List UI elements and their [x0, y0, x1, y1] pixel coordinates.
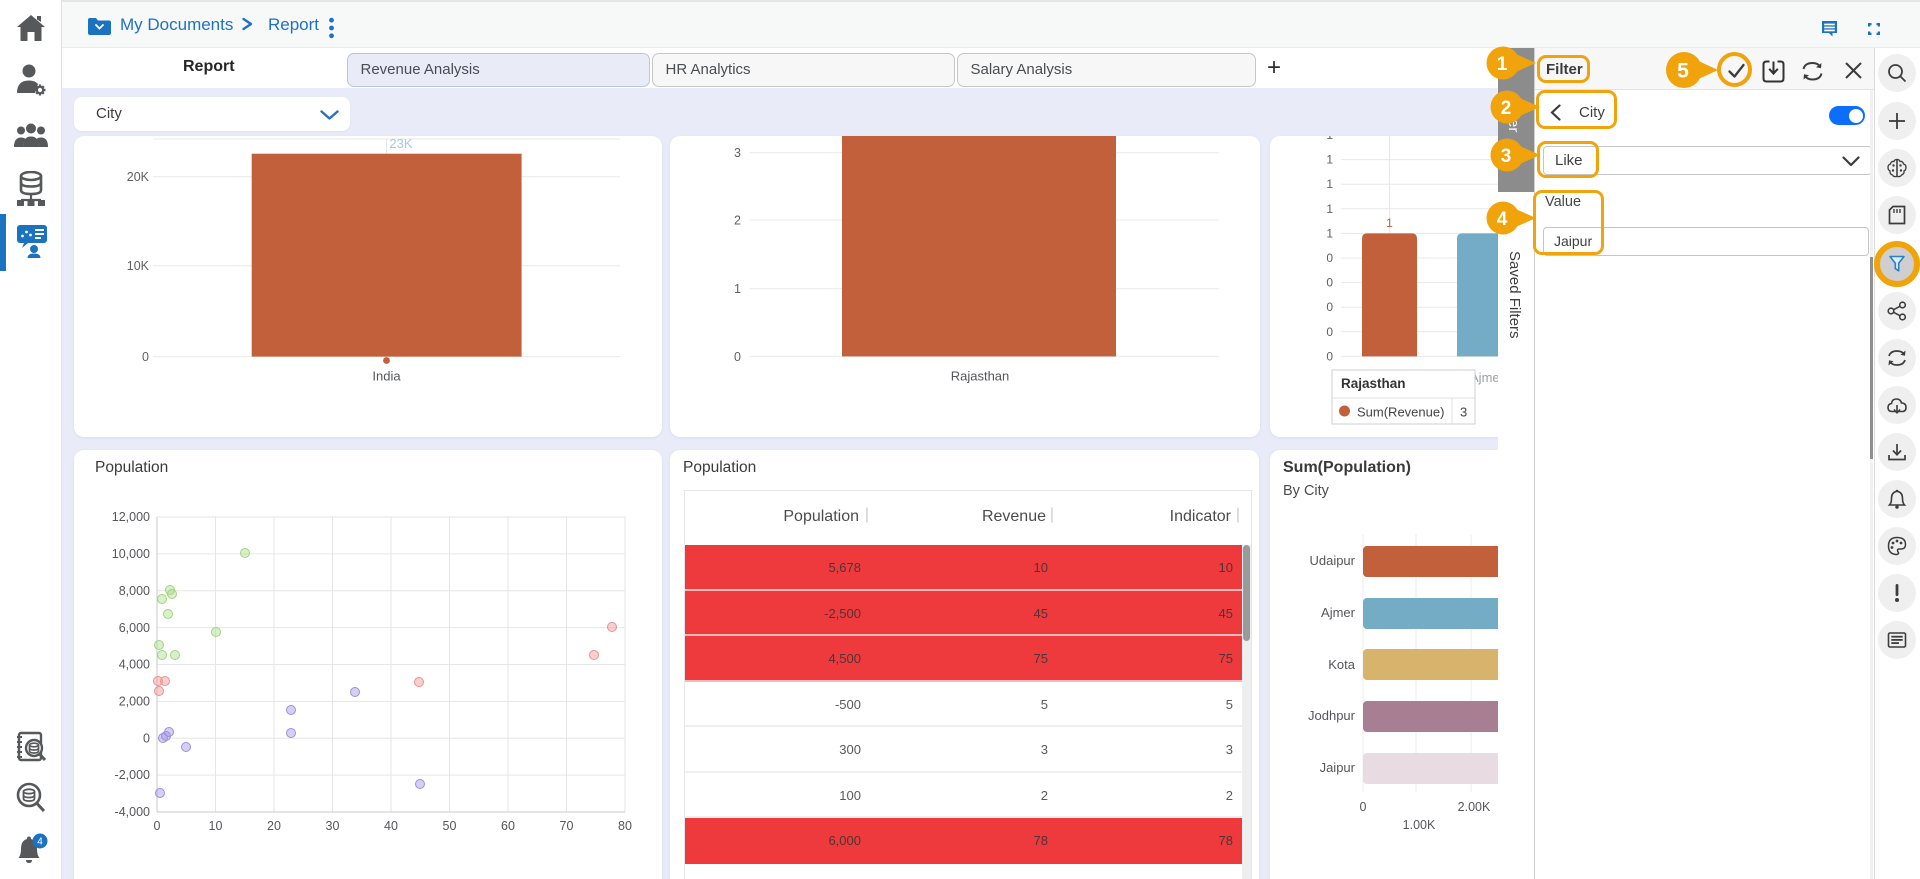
svg-text:6,000: 6,000 — [119, 621, 150, 635]
svg-text:50: 50 — [443, 819, 457, 833]
svg-text:3: 3 — [734, 146, 741, 160]
svg-text:0: 0 — [1326, 251, 1333, 265]
svg-text:Jodhpur: Jodhpur — [1308, 708, 1356, 723]
svg-text:Ajmer: Ajmer — [1321, 605, 1356, 620]
svg-text:2: 2 — [734, 214, 741, 228]
svg-text:Rajasthan: Rajasthan — [951, 369, 1010, 384]
svg-text:2: 2 — [1501, 98, 1512, 119]
svg-text:1: 1 — [1386, 216, 1393, 230]
svg-text:1: 1 — [734, 282, 741, 296]
svg-text:23K: 23K — [389, 136, 412, 151]
svg-text:Jaipur: Jaipur — [1320, 760, 1356, 775]
svg-text:1: 1 — [1326, 177, 1333, 191]
svg-text:Udaipur: Udaipur — [1309, 553, 1355, 568]
svg-text:0: 0 — [1326, 300, 1333, 314]
svg-text:4,000: 4,000 — [119, 658, 150, 672]
svg-text:1: 1 — [1326, 202, 1333, 216]
svg-text:8,000: 8,000 — [119, 584, 150, 598]
svg-text:3: 3 — [1501, 146, 1512, 167]
svg-text:5: 5 — [1677, 60, 1689, 83]
svg-text:3: 3 — [1460, 405, 1467, 420]
svg-text:1: 1 — [1497, 54, 1508, 75]
svg-text:40: 40 — [384, 819, 398, 833]
svg-text:12,000: 12,000 — [112, 510, 150, 524]
svg-text:2,000: 2,000 — [119, 695, 150, 709]
svg-text:0: 0 — [1360, 800, 1367, 814]
svg-text:70: 70 — [560, 819, 574, 833]
svg-text:0: 0 — [142, 350, 149, 364]
svg-text:1.00K: 1.00K — [1403, 818, 1436, 832]
svg-text:Kota: Kota — [1328, 657, 1356, 672]
svg-text:0: 0 — [143, 732, 150, 746]
svg-text:20: 20 — [267, 819, 281, 833]
svg-text:-2,000: -2,000 — [115, 768, 150, 782]
svg-text:-4,000: -4,000 — [115, 805, 150, 819]
svg-text:Rajasthan: Rajasthan — [1341, 376, 1406, 391]
svg-text:4: 4 — [37, 837, 43, 848]
svg-text:10K: 10K — [127, 259, 150, 273]
svg-text:20K: 20K — [127, 170, 150, 184]
svg-text:0: 0 — [154, 819, 161, 833]
svg-text:10,000: 10,000 — [112, 547, 150, 561]
svg-text:1: 1 — [1326, 136, 1333, 142]
svg-text:30: 30 — [326, 819, 340, 833]
svg-text:0: 0 — [1326, 276, 1333, 290]
svg-text:1: 1 — [1326, 226, 1333, 240]
svg-text:2.00K: 2.00K — [1458, 800, 1491, 814]
svg-text:Sum(Revenue): Sum(Revenue) — [1357, 405, 1444, 420]
svg-text:10: 10 — [209, 819, 223, 833]
svg-text:60: 60 — [501, 819, 515, 833]
svg-text:0: 0 — [1326, 349, 1333, 363]
svg-text:0: 0 — [1326, 325, 1333, 339]
svg-text:0: 0 — [734, 350, 741, 364]
svg-text:1: 1 — [1326, 153, 1333, 167]
svg-text:4: 4 — [1497, 209, 1508, 230]
svg-text:India: India — [372, 369, 401, 384]
svg-text:80: 80 — [618, 819, 632, 833]
